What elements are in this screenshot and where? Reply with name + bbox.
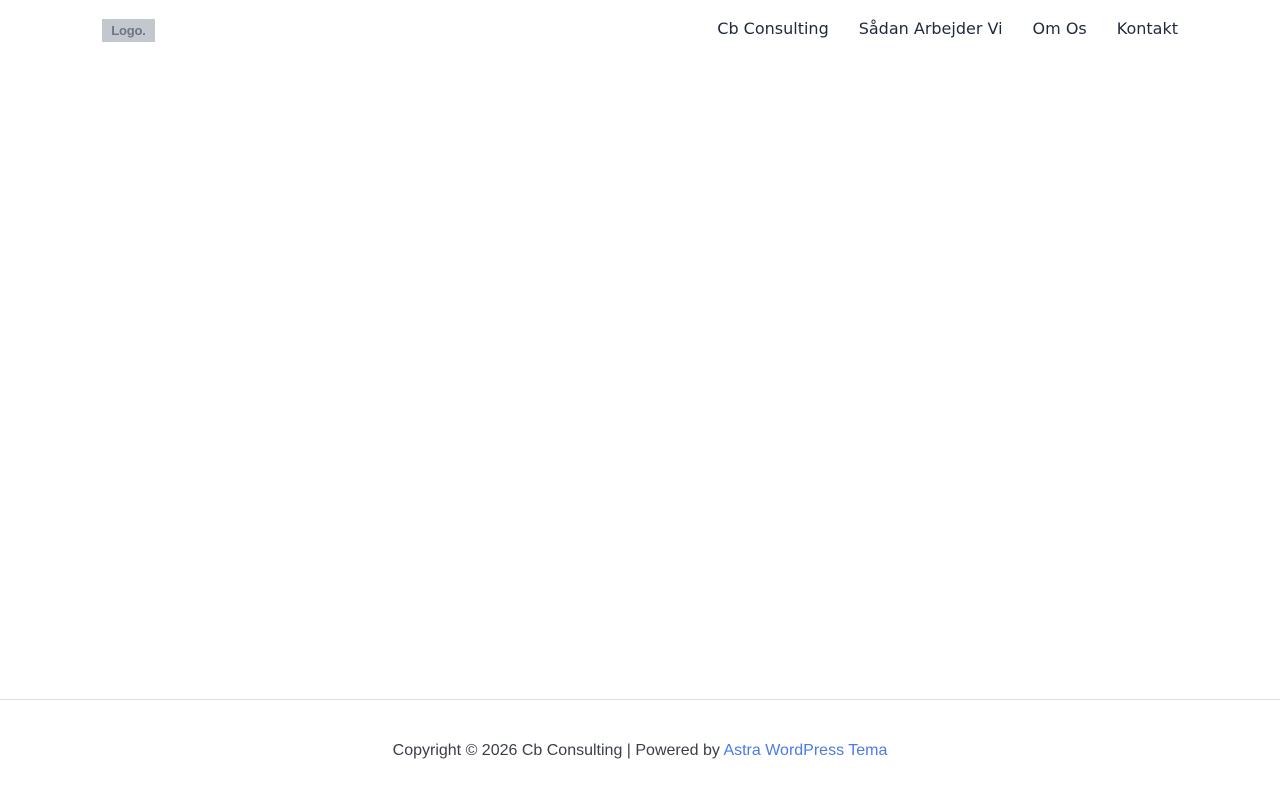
page: Logo. Cb Consulting Sådan Arbejder Vi Om… <box>0 0 1280 800</box>
footer-copyright: Copyright © 2026 Cb Consulting | Powered… <box>0 741 1280 761</box>
nav-item-cb-consulting[interactable]: Cb Consulting <box>717 18 828 40</box>
main-content <box>0 60 1280 699</box>
site-footer: Copyright © 2026 Cb Consulting | Powered… <box>0 699 1280 800</box>
site-logo[interactable]: Logo. <box>102 19 155 42</box>
astra-theme-link[interactable]: Astra WordPress Tema <box>723 742 887 759</box>
copyright-text: Copyright © 2026 Cb Consulting | Powered… <box>392 742 720 759</box>
nav-item-om-os[interactable]: Om Os <box>1033 18 1087 40</box>
nav-item-kontakt[interactable]: Kontakt <box>1117 18 1178 40</box>
main-navigation: Cb Consulting Sådan Arbejder Vi Om Os Ko… <box>717 18 1178 40</box>
nav-item-sadan-arbejder-vi[interactable]: Sådan Arbejder Vi <box>859 18 1003 40</box>
site-header: Logo. Cb Consulting Sådan Arbejder Vi Om… <box>0 0 1280 60</box>
